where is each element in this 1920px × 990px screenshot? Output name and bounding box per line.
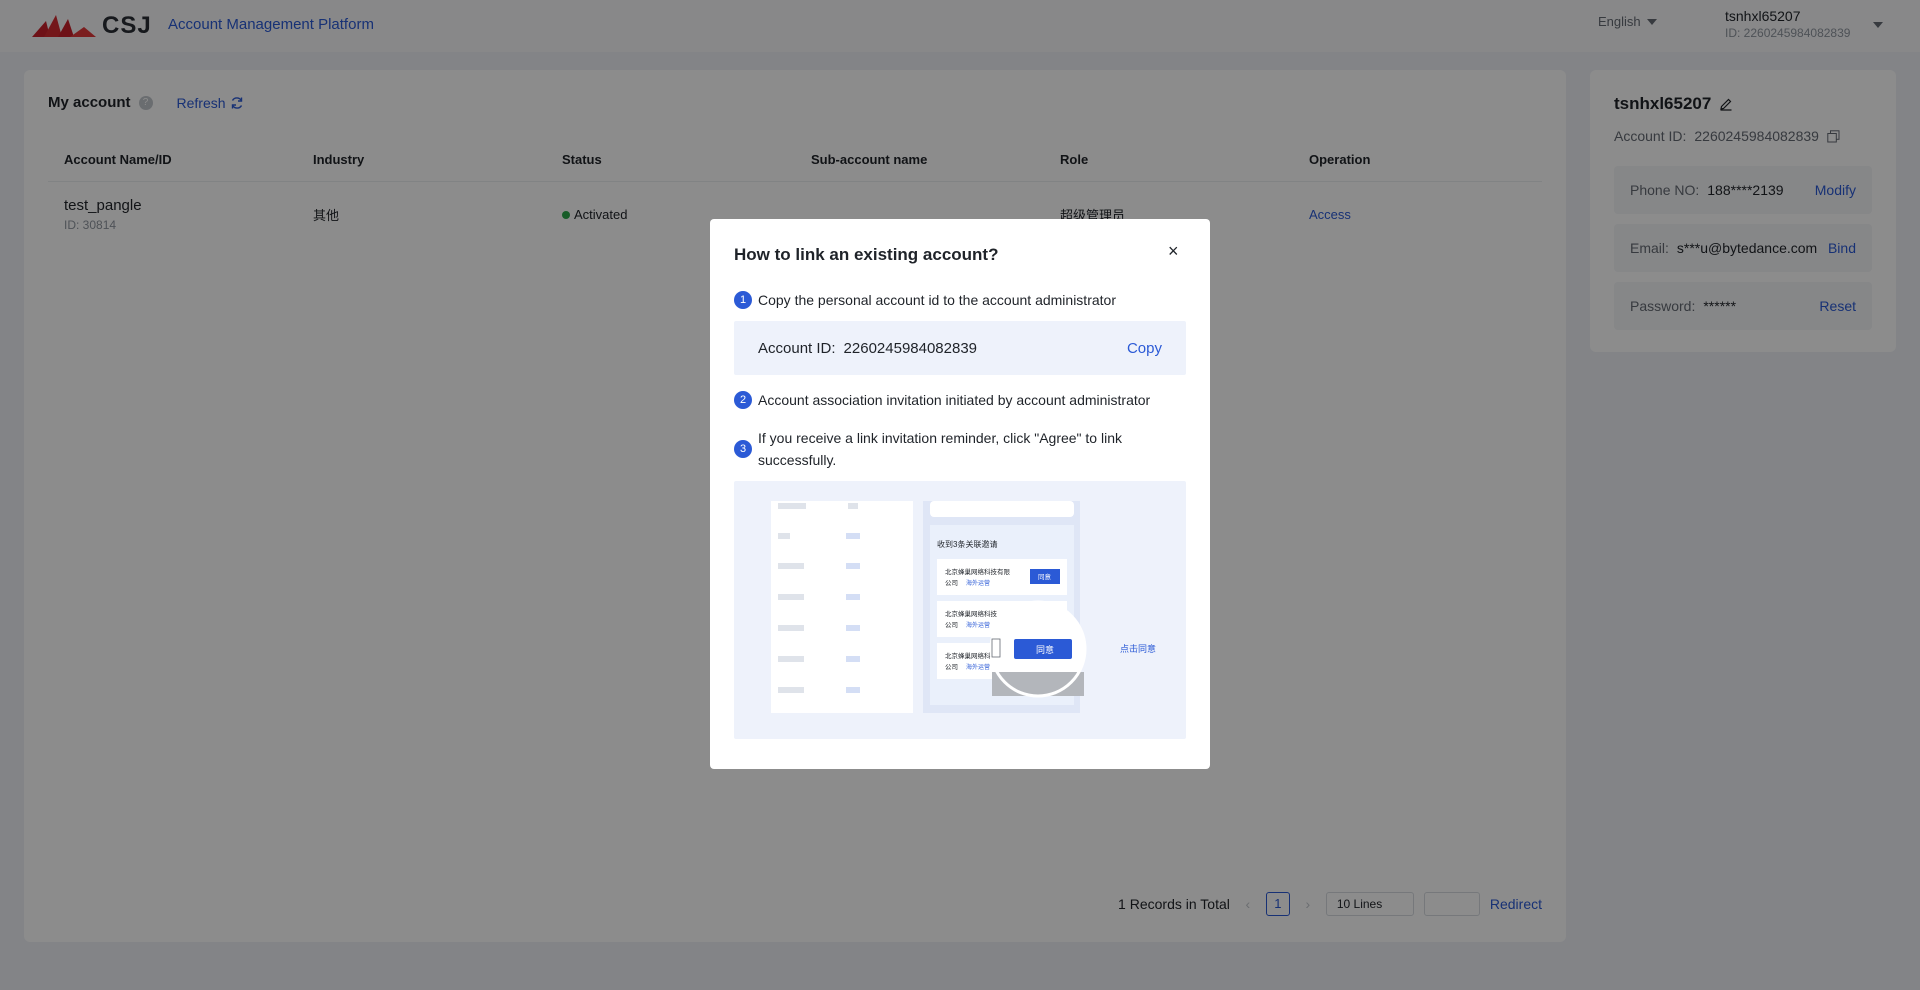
step-1: 1 Copy the personal account id to the ac… <box>734 289 1186 311</box>
step-number-badge: 3 <box>734 440 752 458</box>
illustration-agree-small: 同意 <box>1038 572 1052 581</box>
illustration-company-2: 北京蜂巢网络科技 <box>945 609 998 618</box>
link-invitation-illustration: 收到3条关联邀请 北京蜂巢网络科技有限 公司 海外运营 同意 北京蜂巢网络科技 … <box>734 481 1186 739</box>
invitation-illustration-image: 收到3条关联邀请 北京蜂巢网络科技有限 公司 海外运营 同意 北京蜂巢网络科技 … <box>771 501 1156 713</box>
illustration-company-3-suffix: 公司 <box>945 663 958 671</box>
illustration-agree-zoom: 同意 <box>1036 644 1054 655</box>
illustration-company-2-suffix: 公司 <box>945 621 958 629</box>
step-2: 2 Account association invitation initiat… <box>734 389 1186 411</box>
illustration-company-1-suffix: 公司 <box>945 579 958 587</box>
copy-button[interactable]: Copy <box>1127 340 1162 357</box>
step-text: Account association invitation initiated… <box>758 392 1151 408</box>
id-value: 2260245984082839 <box>843 339 978 357</box>
illustration-tag-3: 海外运营 <box>966 663 990 671</box>
illustration-tag-1: 海外运营 <box>966 579 990 587</box>
id-label: Account ID: <box>758 339 836 357</box>
illustration-tag-2: 海外运营 <box>966 621 990 629</box>
step-number-badge: 1 <box>734 291 752 309</box>
step-number-badge: 2 <box>734 391 752 409</box>
illustration-company-3: 北京蜂巢网络科 <box>945 651 991 660</box>
account-id-box: Account ID: 2260245984082839 Copy <box>734 321 1186 375</box>
step-text: If you receive a link invitation reminde… <box>758 430 1122 468</box>
step-text: Copy the personal account id to the acco… <box>758 292 1116 308</box>
link-account-dialog: How to link an existing account? × 1 Cop… <box>710 219 1210 769</box>
dialog-title: How to link an existing account? <box>734 245 999 264</box>
illustration-click-agree: 点击同意 <box>1120 643 1156 654</box>
illustration-panel-title: 收到3条关联邀请 <box>937 539 997 549</box>
illustration-company-1: 北京蜂巢网络科技有限 <box>945 567 1011 576</box>
close-icon[interactable]: × <box>1168 242 1179 260</box>
step-3: 3 If you receive a link invitation remin… <box>734 427 1186 471</box>
